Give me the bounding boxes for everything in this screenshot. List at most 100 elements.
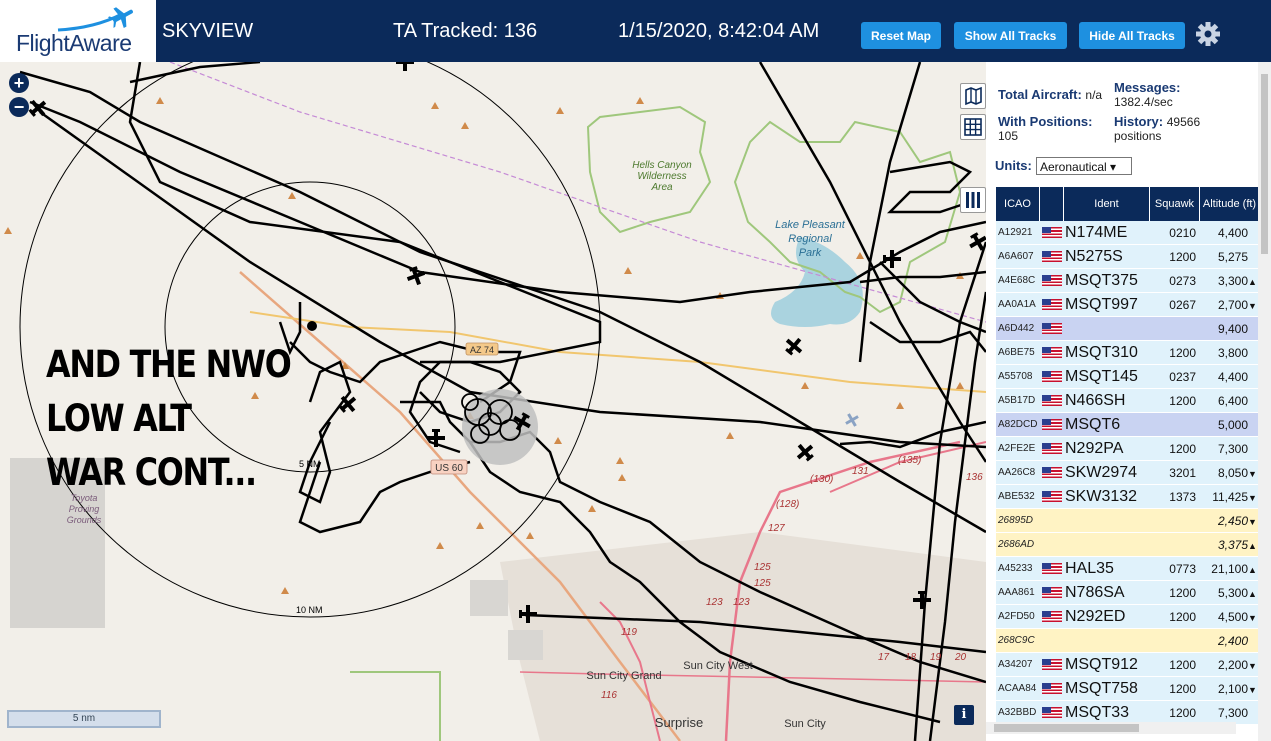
cell-flag bbox=[1040, 269, 1064, 292]
table-row[interactable]: A34207 MSQT912 1200 2,200▼ bbox=[996, 653, 1260, 677]
cell-ident: SKW2974 bbox=[1065, 464, 1138, 481]
grid-icon[interactable] bbox=[960, 114, 986, 140]
aircraft-table: ICAO Ident Squawk Altitude (ft) A12921 N1… bbox=[996, 187, 1260, 725]
show-all-tracks-button[interactable]: Show All Tracks bbox=[954, 22, 1067, 49]
cell-altitude: 3,300▲ bbox=[1200, 269, 1260, 292]
cell-altitude: 3,375▲ bbox=[1200, 533, 1260, 556]
table-row[interactable]: AA0A1A MSQT997 0267 2,700▼ bbox=[996, 293, 1260, 317]
history-value: 49566 bbox=[1166, 115, 1201, 129]
svg-text:136: 136 bbox=[966, 472, 983, 483]
cell-squawk bbox=[1150, 629, 1200, 652]
reset-map-button[interactable]: Reset Map bbox=[861, 22, 941, 49]
cell-squawk: 1373 bbox=[1169, 490, 1196, 504]
table-row[interactable]: A6BE75 MSQT310 1200 3,800 bbox=[996, 341, 1260, 365]
table-row[interactable]: 2686AD 3,375▲ bbox=[996, 533, 1260, 557]
cell-icao: 2686AD bbox=[998, 539, 1035, 550]
cell-ident: MSQT33 bbox=[1065, 704, 1130, 721]
us-flag-icon bbox=[1042, 467, 1062, 478]
cell-icao: A12921 bbox=[998, 227, 1033, 238]
hide-all-tracks-button[interactable]: Hide All Tracks bbox=[1079, 22, 1185, 49]
cell-ident: N292PA bbox=[1065, 440, 1124, 457]
svg-text:Area: Area bbox=[650, 182, 673, 193]
scale-bar: 5 nm bbox=[7, 710, 161, 728]
table-row[interactable]: ACAA84 MSQT758 1200 2,100▼ bbox=[996, 677, 1260, 701]
cell-ident: MSQT758 bbox=[1065, 680, 1138, 697]
table-row[interactable]: A2FE2E N292PA 1200 7,300 bbox=[996, 437, 1260, 461]
clock-datetime: 1/15/2020, 8:42:04 AM bbox=[618, 20, 820, 42]
airport-icon bbox=[845, 413, 859, 427]
surprise-label: Surprise bbox=[655, 715, 703, 730]
col-ident[interactable]: Ident bbox=[1064, 187, 1150, 221]
with-positions-value: 105 bbox=[998, 129, 1019, 143]
col-icao[interactable]: ICAO bbox=[996, 187, 1040, 221]
altitude-trend-icon: ▼ bbox=[1248, 613, 1257, 623]
svg-text:Grounds: Grounds bbox=[67, 515, 102, 525]
col-flag[interactable] bbox=[1040, 187, 1064, 221]
cell-altitude: 7,300 bbox=[1217, 706, 1248, 720]
altitude-trend-icon: ▼ bbox=[1248, 301, 1257, 311]
az74-shield: AZ 74 bbox=[465, 342, 499, 356]
zoom-out-button[interactable]: − bbox=[9, 97, 29, 117]
cell-icao: A5B17D bbox=[998, 395, 1036, 406]
table-row[interactable]: 26895D 2,450▼ bbox=[996, 509, 1260, 533]
table-row[interactable]: 268C9C 2,400 bbox=[996, 629, 1260, 653]
cell-flag bbox=[1040, 293, 1064, 316]
gray-parcel bbox=[470, 580, 508, 616]
table-row[interactable]: A82DCD MSQT6 5,000 bbox=[996, 413, 1260, 437]
hells-canyon-label: Hells Canyon Wilderness Area bbox=[632, 160, 692, 193]
cell-altitude: 2,100▼ bbox=[1200, 677, 1260, 700]
cell-altitude: 5,000 bbox=[1217, 418, 1248, 432]
map-canvas[interactable]: Hells Canyon Wilderness Area Lake Pleasa… bbox=[0, 62, 986, 741]
svg-text:AZ 74: AZ 74 bbox=[470, 345, 494, 355]
table-row[interactable]: A6D442 9,400 bbox=[996, 317, 1260, 341]
info-button[interactable]: i bbox=[954, 705, 974, 725]
table-row[interactable]: A5B17D N466SH 1200 6,400 bbox=[996, 389, 1260, 413]
svg-text:Proving: Proving bbox=[69, 504, 100, 514]
table-row[interactable]: A2FD50 N292ED 1200 4,500▼ bbox=[996, 605, 1260, 629]
us-flag-icon bbox=[1042, 275, 1062, 286]
map-layers-icon[interactable] bbox=[960, 83, 986, 109]
cell-altitude: 4,400 bbox=[1217, 370, 1248, 384]
cell-flag bbox=[1040, 317, 1064, 340]
svg-text:123: 123 bbox=[733, 597, 750, 608]
table-row[interactable]: A12921 N174ME 0210 4,400 bbox=[996, 221, 1260, 245]
tracked-count: TA Tracked: 136 bbox=[393, 20, 538, 42]
cell-flag bbox=[1040, 701, 1064, 724]
table-row[interactable]: A4E68C MSQT375 0273 3,300▲ bbox=[996, 269, 1260, 293]
svg-text:Wilderness: Wilderness bbox=[637, 171, 686, 182]
cell-squawk: 1200 bbox=[1169, 250, 1196, 264]
cell-flag bbox=[1040, 557, 1064, 580]
units-select[interactable]: Aeronautical ▾ bbox=[1036, 157, 1132, 175]
us-flag-icon bbox=[1042, 659, 1062, 670]
col-squawk[interactable]: Squawk bbox=[1150, 187, 1200, 221]
table-row[interactable]: A45233 HAL35 0773 21,100▲ bbox=[996, 557, 1260, 581]
cell-icao: ACAA84 bbox=[998, 683, 1037, 694]
columns-icon[interactable] bbox=[960, 187, 986, 213]
sun-city-grand-label: Sun City Grand bbox=[586, 670, 661, 682]
cell-altitude: 2,400 bbox=[1217, 634, 1248, 648]
cell-squawk: 1200 bbox=[1169, 442, 1196, 456]
cell-icao: A82DCD bbox=[998, 419, 1038, 430]
flightaware-logo[interactable]: FlightAware bbox=[0, 0, 156, 62]
scroll-thumb[interactable] bbox=[1261, 74, 1268, 254]
col-altitude[interactable]: Altitude (ft) bbox=[1200, 187, 1260, 221]
ring-label-10nm: 10 NM bbox=[296, 605, 323, 615]
vertical-scrollbar[interactable] bbox=[1258, 62, 1271, 741]
cell-icao: A34207 bbox=[998, 659, 1033, 670]
table-row[interactable]: ABE532 SKW3132 1373 11,425▼ bbox=[996, 485, 1260, 509]
gear-icon[interactable] bbox=[1195, 21, 1221, 47]
cell-squawk: 0273 bbox=[1169, 274, 1196, 288]
zoom-in-button[interactable]: + bbox=[9, 73, 29, 93]
table-row[interactable]: A6A607 N5275S 1200 5,275 bbox=[996, 245, 1260, 269]
receiver-site-marker bbox=[307, 321, 317, 331]
cell-flag bbox=[1040, 605, 1064, 628]
cell-ident: N786SA bbox=[1065, 584, 1125, 601]
horizontal-scrollbar[interactable] bbox=[986, 722, 1236, 734]
cell-icao: A45233 bbox=[998, 563, 1033, 574]
table-row[interactable]: AA26C8 SKW2974 3201 8,050▼ bbox=[996, 461, 1260, 485]
table-row[interactable]: AAA861 N786SA 1200 5,300▲ bbox=[996, 581, 1260, 605]
table-row[interactable]: A55708 MSQT145 0237 4,400 bbox=[996, 365, 1260, 389]
scroll-thumb[interactable] bbox=[994, 724, 1139, 732]
units-label: Units: bbox=[995, 158, 1032, 173]
svg-text:(128): (128) bbox=[776, 499, 799, 510]
